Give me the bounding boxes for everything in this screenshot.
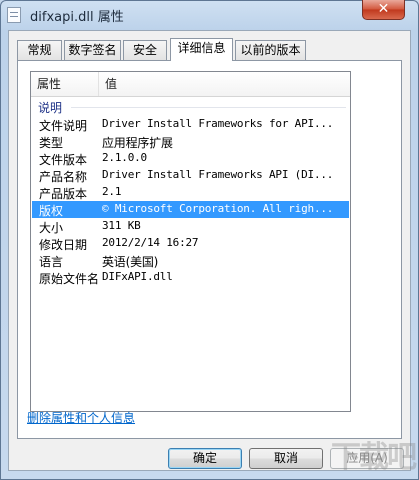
property-name: 文件说明: [39, 119, 88, 133]
property-name: 类型: [39, 136, 64, 150]
property-value: Driver Install Frameworks API (DI...: [102, 168, 334, 181]
list-row-file-description[interactable]: 文件说明 Driver Install Frameworks for API..…: [32, 116, 349, 133]
list-row-file-version[interactable]: 文件版本 2.1.0.0: [32, 150, 349, 167]
dialog-body: 常规 数字签名 安全 详细信息 以前的版本 属性 值 说明 文件说明 Drive…: [8, 30, 411, 471]
column-header-property[interactable]: 属性: [31, 72, 99, 96]
property-name: 文件版本: [39, 153, 88, 167]
list-row-product-name[interactable]: 产品名称 Driver Install Frameworks API (DI..…: [32, 167, 349, 184]
property-value: 2.1: [102, 185, 122, 198]
property-name: 产品版本: [39, 187, 88, 201]
tab-previous-versions[interactable]: 以前的版本: [235, 40, 306, 60]
tab-digital-signatures[interactable]: 数字签名: [64, 40, 121, 60]
property-name: 产品名称: [39, 170, 88, 184]
group-divider: [71, 107, 346, 108]
property-value: 311 KB: [102, 219, 141, 232]
property-value: Driver Install Frameworks for API...: [102, 117, 334, 130]
property-value: 应用程序扩展: [102, 136, 173, 150]
list-row-date-modified[interactable]: 修改日期 2012/2/14 16:27: [32, 235, 349, 252]
group-header-description: 说明: [31, 98, 350, 115]
file-icon: [7, 7, 21, 23]
list-row-language[interactable]: 语言 英语(美国): [32, 252, 349, 269]
cancel-button[interactable]: 取消: [249, 448, 323, 469]
list-row-type[interactable]: 类型 应用程序扩展: [32, 133, 349, 150]
property-value: 英语(美国): [102, 255, 159, 269]
group-label: 说明: [38, 101, 63, 115]
title-bar[interactable]: difxapi.dll 属性 ✕: [0, 0, 419, 30]
property-value: © Microsoft Corporation. All righ...: [102, 202, 334, 215]
list-header: 属性 值: [31, 72, 350, 97]
list-row-size[interactable]: 大小 311 KB: [32, 218, 349, 235]
ok-button[interactable]: 确定: [168, 448, 242, 469]
list-row-original-filename[interactable]: 原始文件名 DIFxAPI.dll: [32, 269, 349, 286]
column-header-value[interactable]: 值: [99, 72, 350, 96]
close-button[interactable]: ✕: [362, 0, 405, 20]
details-panel: 属性 值 说明 文件说明 Driver Install Frameworks f…: [17, 60, 402, 439]
property-name: 大小: [39, 221, 64, 235]
property-value: 2012/2/14 16:27: [102, 236, 199, 249]
property-name: 修改日期: [39, 238, 88, 252]
properties-list[interactable]: 属性 值 说明 文件说明 Driver Install Frameworks f…: [30, 71, 351, 412]
watermark-logo: 下载吧: [331, 440, 417, 475]
list-row-copyright[interactable]: 版权 © Microsoft Corporation. All righ...: [32, 201, 349, 218]
property-value: 2.1.0.0: [102, 151, 147, 164]
property-name: 原始文件名: [39, 272, 100, 286]
tab-general[interactable]: 常规: [17, 40, 62, 60]
window-title: difxapi.dll 属性: [30, 10, 124, 25]
property-name: 语言: [39, 255, 64, 269]
list-row-product-version[interactable]: 产品版本 2.1: [32, 184, 349, 201]
property-name: 版权: [39, 204, 64, 218]
remove-properties-link[interactable]: 删除属性和个人信息: [27, 409, 135, 426]
tab-security[interactable]: 安全: [123, 40, 167, 60]
tab-details[interactable]: 详细信息: [170, 38, 233, 61]
property-value: DIFxAPI.dll: [102, 270, 173, 283]
